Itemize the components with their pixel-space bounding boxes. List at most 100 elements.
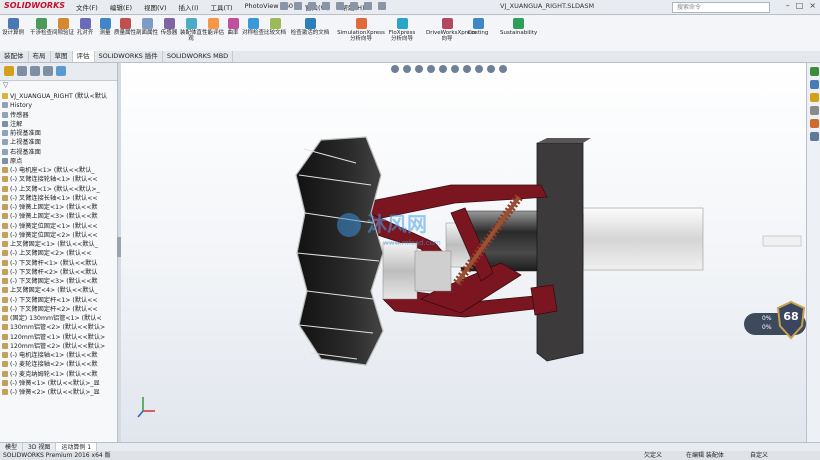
tree-item[interactable]: (-) 下叉臂杆<2> (默认<<默认	[2, 268, 117, 277]
menu-view[interactable]: 视图(V)	[142, 2, 169, 12]
custom-properties-icon[interactable]	[809, 132, 819, 141]
tab-mbd[interactable]: SOLIDWORKS MBD	[163, 51, 234, 62]
tree-item[interactable]: (-) 上叉臂固定<2> (默认<<	[2, 249, 117, 258]
tree-item-history[interactable]: History	[2, 101, 117, 110]
tool-floxpress[interactable]: FloXpress 分析向导	[386, 18, 418, 42]
filter-icon[interactable]: ▽	[0, 81, 117, 92]
tool-performance[interactable]: 性能评估	[202, 18, 224, 36]
view-palette-icon[interactable]	[809, 106, 819, 115]
tab-layout[interactable]: 布局	[29, 51, 51, 62]
tree-item[interactable]: (-) 电机连接轴<1> (默认<<默	[2, 351, 117, 360]
tree-item[interactable]: (-) 弹簧<1> (默认<<默认>_显	[2, 379, 117, 388]
select-icon[interactable]	[350, 2, 358, 10]
tool-driveworksxpress[interactable]: DriveWorksXpress 向导	[426, 18, 476, 42]
tool-curvature[interactable]: 曲率	[222, 18, 244, 36]
tree-item-top-plane[interactable]: 上视基准面	[2, 138, 117, 147]
symmetry-icon	[247, 18, 259, 29]
tool-design-study[interactable]: 设计算例	[2, 18, 24, 36]
resources-icon[interactable]	[809, 67, 819, 76]
tool-section-properties[interactable]: 剖面属性	[136, 18, 158, 36]
tool-check-active[interactable]: 检查激活的文档	[288, 18, 332, 36]
tree-item[interactable]: (-) 上叉臂<1> (默认<<默认>_	[2, 185, 117, 194]
shield-level: 68	[783, 310, 799, 323]
tool-sustainability[interactable]: Sustainability	[500, 18, 537, 36]
tree-item[interactable]: (-) 弹簧定位固定<1> (默认<<	[2, 222, 117, 231]
tree-item[interactable]: (-) 弹簧<2> (默认<<默认>_显	[2, 388, 117, 397]
tool-hole-align[interactable]: 孔对齐	[74, 18, 96, 36]
file-explorer-icon[interactable]	[809, 93, 819, 102]
tree-item[interactable]: (-) 麦克纳姆轮<1> (默认<<默	[2, 370, 117, 379]
save-icon[interactable]	[308, 2, 316, 10]
print-icon[interactable]	[322, 2, 330, 10]
new-icon[interactable]	[280, 2, 288, 10]
tree-item[interactable]: (-) 下叉臂固定杆<2> (默认<<	[2, 305, 117, 314]
menu-insert[interactable]: 插入(I)	[177, 2, 201, 12]
tree-item-annotations[interactable]: 注解	[2, 120, 117, 129]
part-icon	[2, 315, 8, 321]
tree-item-sensors[interactable]: 传感器	[2, 111, 117, 120]
motor-end-cap	[576, 207, 704, 271]
open-icon[interactable]	[294, 2, 302, 10]
part-icon	[2, 194, 8, 201]
graphics-area[interactable]: 沐风网 www.mfcad.com 0% 0% 68	[121, 63, 806, 442]
tab-assembly[interactable]: 装配体	[0, 51, 29, 62]
tree-item[interactable]: (-) 叉臂连接长轴<1> (默认<<	[2, 194, 117, 203]
context-toolbar-box[interactable]	[762, 235, 802, 247]
annotation-icon	[2, 120, 8, 127]
tab-sketch[interactable]: 草图	[51, 51, 73, 62]
tool-compare[interactable]: 比较文档	[264, 18, 286, 36]
tree-item[interactable]: (固定) 130mm铝管<1> (默认<	[2, 314, 117, 323]
propertymanager-tab-icon[interactable]	[17, 66, 27, 76]
tree-item[interactable]: 120mm铝管<1> (默认<<默认>	[2, 333, 117, 342]
tree-item[interactable]: (-) 下叉臂杆<1> (默认<<默认	[2, 259, 117, 268]
tree-item[interactable]: 上叉臂固定<1> (默认<<默认_	[2, 240, 117, 249]
tree-item[interactable]: (-) 下叉臂固定杆<1> (默认<<	[2, 296, 117, 305]
status-units[interactable]: 自定义	[750, 451, 768, 460]
options-icon[interactable]	[378, 2, 386, 10]
tree-item[interactable]: (-) 弹簧定位固定<2> (默认<<	[2, 231, 117, 240]
tool-simulationxpress[interactable]: SimulationXpress 分析向导	[336, 18, 386, 42]
featuremanager-tab-icon[interactable]	[4, 66, 14, 76]
simulationxpress-icon	[355, 18, 367, 29]
tree-item-right-plane[interactable]: 右视基准面	[2, 148, 117, 157]
tab-evaluate[interactable]: 评估	[72, 51, 95, 62]
tool-sensor[interactable]: 传感器	[158, 18, 180, 36]
tab-addins[interactable]: SOLIDWORKS 插件	[95, 51, 163, 62]
command-manager: 设计算例 干涉检查 间隙验证 孔对齐 测量 质量属性 剖面属性 传感器 装配体直…	[0, 15, 820, 52]
menu-tools[interactable]: 工具(T)	[209, 2, 235, 12]
tree-item[interactable]: (-) 麦轮连接轴<2> (默认<<默	[2, 360, 117, 369]
hub-shaft	[414, 250, 452, 292]
close-icon[interactable]: ×	[809, 1, 816, 10]
tool-symmetry[interactable]: 对称检查	[242, 18, 264, 36]
search-input[interactable]: 搜索命令	[672, 2, 770, 13]
tree-root-assembly[interactable]: VJ_XUANGUA_RIGHT (默认<默认	[2, 92, 117, 101]
status-definition: 欠定义	[644, 452, 663, 459]
menu-file[interactable]: 文件(F)	[74, 2, 100, 12]
dimxpert-tab-icon[interactable]	[43, 66, 53, 76]
tool-interference[interactable]: 干涉检查	[30, 18, 52, 36]
tool-clearance[interactable]: 间隙验证	[52, 18, 74, 36]
tool-assembly-visualization[interactable]: 装配体直观	[180, 18, 202, 42]
display-tab-icon[interactable]	[56, 66, 66, 76]
tool-costing[interactable]: Costing	[466, 18, 490, 36]
undo-icon[interactable]	[336, 2, 344, 10]
tree-item[interactable]: (-) 电机座<1> (默认<<默认_	[2, 166, 117, 175]
tree-item[interactable]: (-) 下叉臂固定<3> (默认<<默	[2, 277, 117, 286]
tool-measure[interactable]: 测量	[94, 18, 116, 36]
tree-item-origin[interactable]: 原点	[2, 157, 117, 166]
tool-mass-properties[interactable]: 质量属性	[114, 18, 136, 36]
tree-item[interactable]: (-) 弹簧上固定<1> (默认<<默	[2, 203, 117, 212]
tree-item[interactable]: (-) 弹簧上固定<3> (默认<<默	[2, 212, 117, 221]
rebuild-icon[interactable]	[364, 2, 372, 10]
minimize-icon[interactable]: –	[786, 1, 790, 10]
tree-item[interactable]: 上叉臂固定<4> (默认<<默认_	[2, 286, 117, 295]
configurationmanager-tab-icon[interactable]	[30, 66, 40, 76]
tree-item-front-plane[interactable]: 前视基准面	[2, 129, 117, 138]
restore-icon[interactable]: □	[796, 1, 804, 10]
tree-item[interactable]: 120mm铝管<2> (默认<<默认>	[2, 342, 117, 351]
tree-item[interactable]: 130mm铝管<2> (默认<<默认>	[2, 323, 117, 332]
design-library-icon[interactable]	[809, 80, 819, 89]
menu-edit[interactable]: 编辑(E)	[108, 2, 134, 12]
tree-item[interactable]: (-) 叉臂连接轮轴<1> (默认<<	[2, 175, 117, 184]
appearances-icon[interactable]	[809, 119, 819, 128]
